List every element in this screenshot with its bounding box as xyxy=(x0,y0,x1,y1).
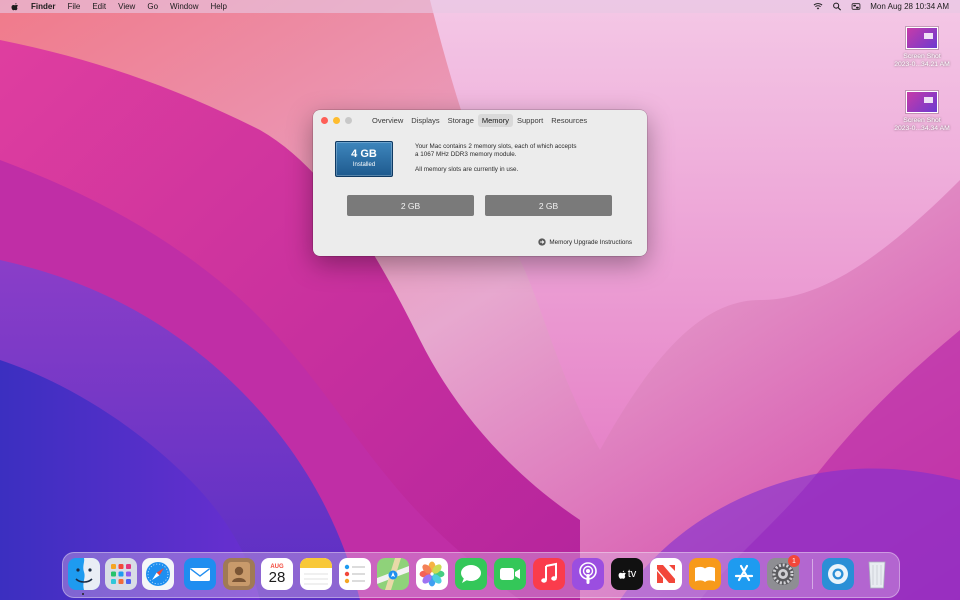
menu-edit[interactable]: Edit xyxy=(92,2,106,11)
books-icon xyxy=(689,558,721,590)
music-icon xyxy=(533,558,565,590)
desktop-wallpaper xyxy=(0,0,960,600)
menu-view[interactable]: View xyxy=(118,2,135,11)
dock-launchpad[interactable] xyxy=(105,558,137,590)
trash-icon xyxy=(868,561,886,589)
notes-icon xyxy=(300,558,332,590)
dock-messages[interactable] xyxy=(455,558,487,590)
tab-support[interactable]: Support xyxy=(513,114,547,127)
dock-mail[interactable] xyxy=(184,558,216,590)
finder-icon xyxy=(68,558,100,590)
about-this-mac-window: Overview Displays Storage Memory Support… xyxy=(313,110,647,256)
dock-app-store[interactable] xyxy=(728,558,760,590)
apple-tv-logo-icon xyxy=(618,570,626,579)
description-line: a 1067 MHz DDR3 memory module. xyxy=(415,151,517,158)
dock-music[interactable] xyxy=(533,558,565,590)
memory-total-badge: 4 GB Installed xyxy=(335,141,393,177)
menu-file[interactable]: File xyxy=(67,2,80,11)
tab-bar: Overview Displays Storage Memory Support… xyxy=(368,114,591,127)
wifi-icon[interactable] xyxy=(813,2,823,11)
tab-resources[interactable]: Resources xyxy=(547,114,591,127)
dock-reminders[interactable] xyxy=(339,558,371,590)
tab-overview[interactable]: Overview xyxy=(368,114,407,127)
system-information-icon xyxy=(822,558,854,590)
memory-upgrade-link[interactable]: Memory Upgrade Instructions xyxy=(538,238,632,246)
memory-slot-1: 2 GB xyxy=(347,195,474,216)
desktop-file-screenshot-2[interactable]: Screen Shot 2023-0...34.34 AM xyxy=(887,91,957,133)
dock-podcasts[interactable] xyxy=(572,558,604,590)
memory-total: 4 GB xyxy=(351,148,377,160)
calendar-day: 28 xyxy=(268,569,286,586)
dock-notes[interactable] xyxy=(300,558,332,590)
menu-help[interactable]: Help xyxy=(210,2,226,11)
description-line: Your Mac contains 2 memory slots, each o… xyxy=(415,143,577,150)
desktop-file-name: Screen Shot 2023-0...34.21 AM xyxy=(894,53,950,68)
menu-app-finder[interactable]: Finder xyxy=(31,2,55,11)
menu-bar: Finder File Edit View Go Window Help Mon… xyxy=(0,0,960,13)
contacts-icon xyxy=(223,558,255,590)
maps-icon xyxy=(377,558,409,590)
reminders-icon xyxy=(339,558,371,590)
minimize-button[interactable] xyxy=(333,117,340,124)
apple-tv-label: tv xyxy=(627,568,637,580)
dock-facetime[interactable] xyxy=(494,558,526,590)
launchpad-icon xyxy=(105,558,137,590)
desktop-file-name: Screen Shot 2023-0...34.34 AM xyxy=(894,117,950,132)
dock-maps[interactable] xyxy=(377,558,409,590)
safari-icon xyxy=(142,558,174,590)
dock-books[interactable] xyxy=(689,558,721,590)
memory-upgrade-label: Memory Upgrade Instructions xyxy=(549,238,632,246)
photos-icon xyxy=(416,558,448,590)
close-button[interactable] xyxy=(321,117,328,124)
tab-storage[interactable]: Storage xyxy=(444,114,478,127)
menu-go[interactable]: Go xyxy=(147,2,158,11)
dock-finder[interactable] xyxy=(68,558,100,590)
menu-window[interactable]: Window xyxy=(170,2,198,11)
podcasts-icon xyxy=(572,558,604,590)
spotlight-search-icon[interactable] xyxy=(832,2,842,11)
memory-status: Installed xyxy=(352,162,376,168)
menubar-clock[interactable]: Mon Aug 28 10:34 AM xyxy=(870,2,949,11)
dock-divider xyxy=(812,559,813,589)
news-icon xyxy=(650,558,682,590)
dock-contacts[interactable] xyxy=(223,558,255,590)
desktop-file-screenshot-1[interactable]: Screen Shot 2023-0...34.21 AM xyxy=(887,27,957,69)
tab-displays[interactable]: Displays xyxy=(407,114,443,127)
messages-icon xyxy=(455,558,487,590)
memory-slot-2: 2 GB xyxy=(485,195,612,216)
arrow-circle-icon xyxy=(538,238,547,246)
dock-photos[interactable] xyxy=(416,558,448,590)
apple-menu-icon[interactable] xyxy=(11,2,19,11)
screenshot-thumbnail-icon xyxy=(906,91,938,113)
finder-running-indicator xyxy=(82,593,84,595)
mail-icon xyxy=(184,558,216,590)
dock-news[interactable] xyxy=(650,558,682,590)
facetime-icon xyxy=(494,558,526,590)
tab-memory[interactable]: Memory xyxy=(477,114,513,127)
dock: AUG 28 tv 1 xyxy=(62,552,900,598)
description-line: All memory slots are currently in use. xyxy=(415,166,519,173)
control-center-icon[interactable] xyxy=(851,2,861,11)
memory-description: Your Mac contains 2 memory slots, each o… xyxy=(415,143,605,174)
system-preferences-badge: 1 xyxy=(788,555,800,567)
dock-system-information[interactable] xyxy=(822,558,854,590)
dock-apple-tv[interactable]: tv xyxy=(611,558,643,590)
dock-safari[interactable] xyxy=(142,558,174,590)
dock-trash[interactable] xyxy=(861,558,893,590)
zoom-button[interactable] xyxy=(345,117,352,124)
dock-calendar[interactable]: AUG 28 xyxy=(261,558,293,590)
window-titlebar[interactable]: Overview Displays Storage Memory Support… xyxy=(313,110,647,131)
screenshot-thumbnail-icon xyxy=(906,27,938,49)
app-store-icon xyxy=(728,558,760,590)
